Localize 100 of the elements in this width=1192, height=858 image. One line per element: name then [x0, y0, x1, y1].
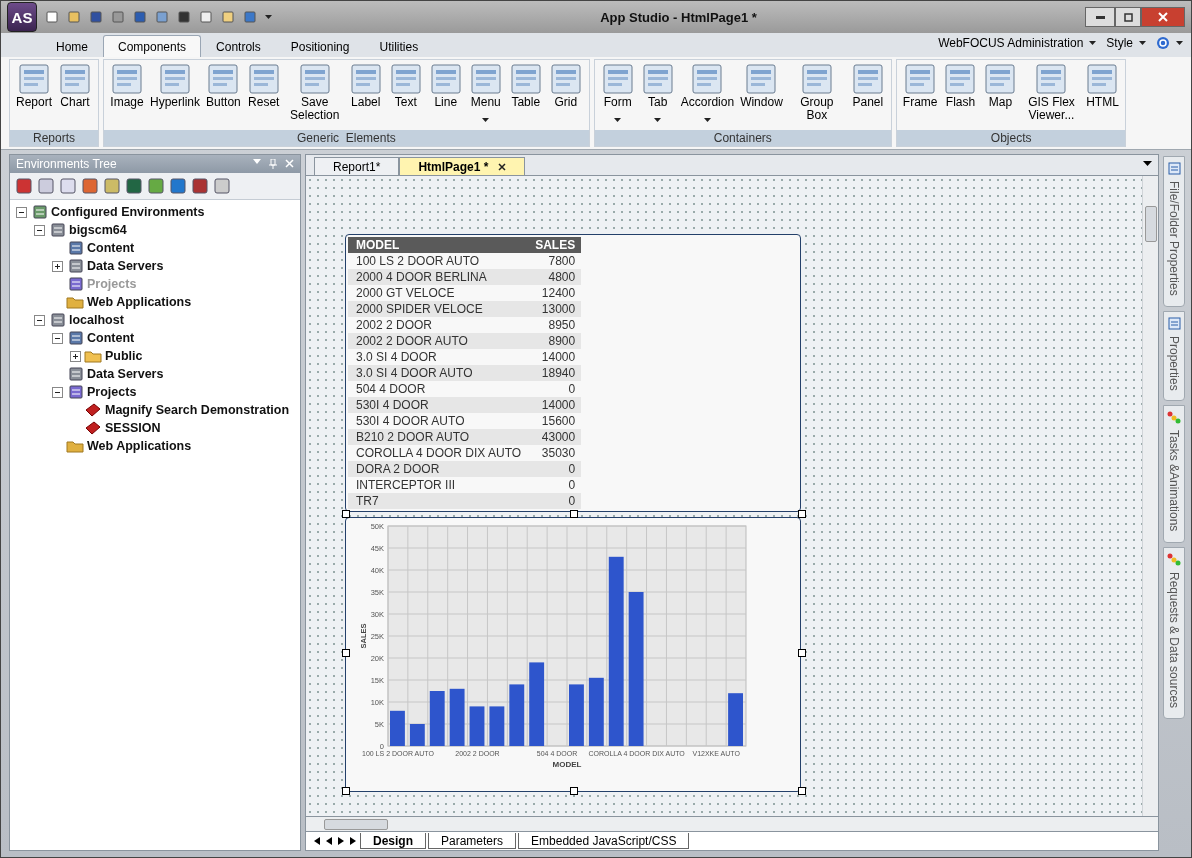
ribbon-button[interactable]: Table — [506, 62, 545, 128]
ribbon-button[interactable]: Flash — [941, 62, 980, 128]
resize-handle[interactable] — [798, 787, 806, 795]
collapse-toggle[interactable] — [34, 314, 45, 326]
ribbon-button[interactable]: Group Box — [786, 62, 847, 128]
traffic-dots-icon — [1167, 410, 1181, 425]
ribbon-button[interactable]: Grid — [546, 62, 585, 128]
administration-menu[interactable]: WebFOCUS Administration — [938, 36, 1097, 50]
table-cell: 14000 — [527, 349, 582, 365]
collapse-toggle[interactable] — [52, 332, 63, 344]
table-cell: 2000 GT VELOCE — [348, 285, 528, 301]
table-cell: 8950 — [527, 317, 582, 333]
server-icon — [66, 385, 84, 399]
tree-item[interactable]: Projects — [87, 385, 137, 399]
tree-item[interactable]: SESSION — [105, 421, 161, 435]
ribbon-tab[interactable]: Utilities — [364, 35, 434, 57]
resize-handle[interactable] — [342, 510, 350, 518]
close-button[interactable] — [1141, 7, 1185, 27]
ribbon-button[interactable]: Accordion — [678, 62, 737, 128]
ribbon-button[interactable]: HTML — [1083, 62, 1122, 128]
maximize-button[interactable] — [1115, 7, 1141, 27]
ribbon-button[interactable]: Form — [598, 62, 637, 128]
help-button[interactable] — [1156, 36, 1183, 50]
bar — [728, 693, 743, 746]
ribbon-button[interactable]: Image — [108, 62, 147, 128]
view-tab[interactable]: Embedded JavaScript/CSS — [518, 833, 690, 849]
table-cell: 2000 SPIDER VELOCE — [348, 301, 528, 317]
tree-item[interactable]: Web Applications — [87, 439, 192, 453]
minimize-icon — [1095, 15, 1105, 19]
tree-item[interactable]: Configured Environments — [51, 205, 205, 219]
tree-item[interactable]: Public — [105, 349, 143, 363]
ribbon-button[interactable]: Hyperlink — [148, 62, 203, 128]
view-tab[interactable]: Design — [360, 833, 426, 849]
component-icon — [945, 64, 976, 94]
ribbon-tab[interactable]: Home — [41, 35, 103, 57]
ribbon-button[interactable]: Chart — [56, 62, 95, 128]
ribbon-button[interactable]: Save Selection — [284, 62, 345, 128]
ribbon-button[interactable]: Panel — [848, 62, 887, 128]
group-label: Containers — [594, 130, 891, 146]
expand-toggle[interactable] — [52, 260, 63, 272]
side-tab[interactable]: File/Folder Properties — [1163, 156, 1185, 307]
document-tab[interactable]: Report1* — [314, 157, 400, 175]
table-cell: 8900 — [527, 333, 582, 349]
document-tab[interactable]: HtmlPage1 * — [399, 157, 526, 175]
side-tab[interactable]: Properties — [1163, 310, 1185, 402]
minimize-button[interactable] — [1085, 7, 1115, 27]
tree-item[interactable]: Data Servers — [87, 259, 164, 273]
component-icon — [692, 64, 723, 94]
bar — [489, 706, 505, 746]
resize-handle[interactable] — [342, 787, 350, 795]
ribbon-button[interactable]: Reset — [244, 62, 283, 128]
vertical-scrollbar[interactable] — [1142, 176, 1158, 816]
side-tab[interactable]: Requests & Data sources — [1163, 546, 1185, 719]
ribbon-button[interactable]: Map — [981, 62, 1020, 128]
tree-item[interactable]: bigscm64 — [69, 223, 127, 237]
server-icon — [48, 223, 66, 237]
table-cell: INTERCEPTOR III — [348, 477, 528, 493]
project-icon — [84, 403, 102, 417]
horizontal-scrollbar[interactable] — [305, 817, 1159, 832]
tree-item[interactable]: localhost — [69, 313, 124, 327]
caret-icon — [703, 118, 711, 122]
column-header: MODEL — [348, 237, 528, 253]
tree-item[interactable]: Web Applications — [87, 295, 192, 309]
resize-handle[interactable] — [798, 648, 806, 657]
component-icon — [248, 64, 279, 94]
style-menu[interactable]: Style — [1106, 36, 1146, 50]
ribbon-button[interactable]: Button — [204, 62, 243, 128]
server-icon — [66, 259, 84, 273]
server-icon — [66, 241, 84, 255]
resize-handle[interactable] — [570, 510, 578, 518]
app-logo: AS — [7, 2, 37, 32]
collapse-toggle[interactable] — [34, 224, 45, 236]
tree-item[interactable]: Magnify Search Demonstration — [105, 403, 290, 417]
resize-handle[interactable] — [570, 787, 578, 795]
ribbon-button[interactable]: Text — [386, 62, 425, 128]
table-cell: 0 — [527, 381, 582, 397]
ribbon-button[interactable]: Tab — [638, 62, 677, 128]
ribbon-button[interactable]: Line — [426, 62, 465, 128]
component-icon — [390, 64, 421, 94]
collapse-toggle[interactable] — [16, 206, 27, 218]
expand-toggle[interactable] — [70, 350, 81, 362]
tree-item[interactable]: Content — [87, 241, 135, 255]
ribbon-tab[interactable]: Components — [103, 35, 202, 57]
ribbon-button[interactable]: GIS Flex Viewer... — [1021, 62, 1082, 128]
tree-item[interactable]: Data Servers — [87, 367, 164, 381]
ribbon-tab[interactable]: Positioning — [275, 35, 365, 57]
collapse-toggle[interactable] — [52, 386, 63, 398]
view-tab[interactable]: Parameters — [428, 833, 517, 849]
side-tab[interactable]: Tasks &Animations — [1163, 405, 1185, 543]
ribbon-button[interactable]: Report — [14, 62, 55, 128]
ribbon-button[interactable]: Window — [738, 62, 785, 128]
resize-handle[interactable] — [798, 510, 806, 518]
resize-handle[interactable] — [342, 648, 350, 657]
ribbon-button[interactable]: Frame — [900, 62, 940, 128]
ribbon-tab[interactable]: Controls — [201, 35, 276, 57]
tree-item[interactable]: Content — [87, 331, 135, 345]
close-icon — [498, 162, 507, 171]
ribbon-button[interactable]: Menu — [466, 62, 505, 128]
component-icon — [1036, 64, 1067, 94]
ribbon-button[interactable]: Label — [346, 62, 385, 128]
